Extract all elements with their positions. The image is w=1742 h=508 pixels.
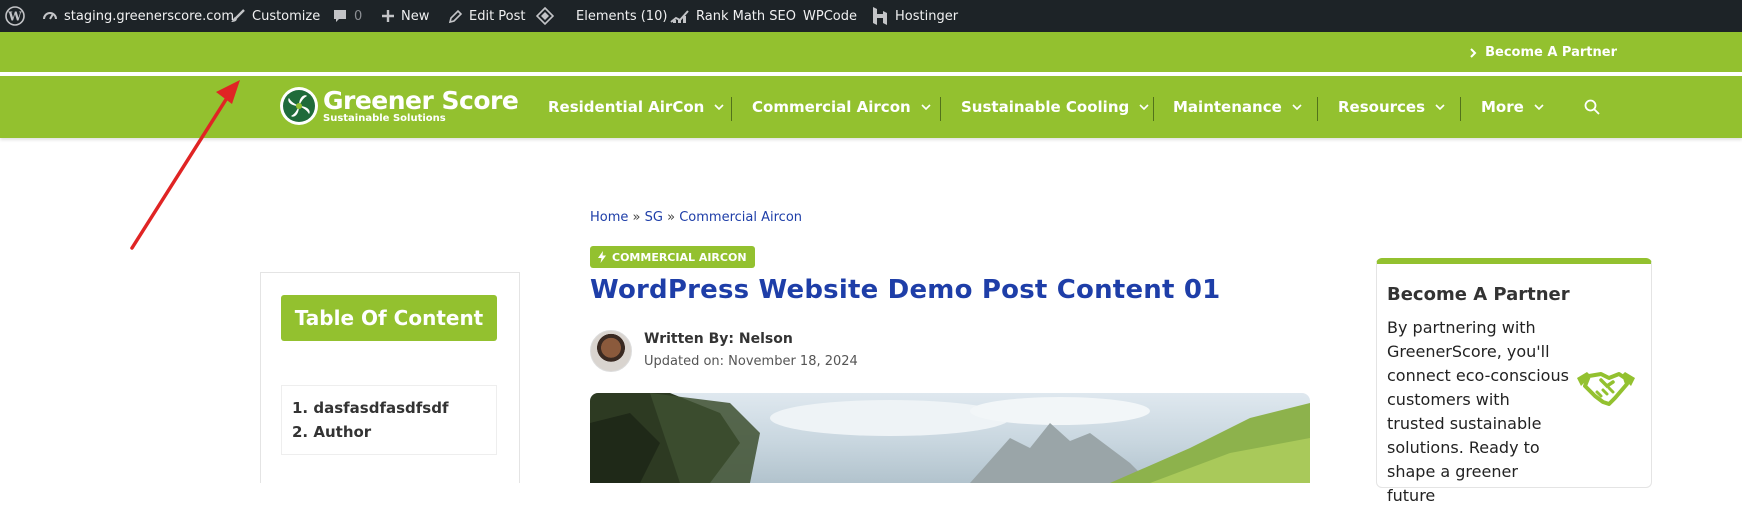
partner-card-text: By partnering with GreenerScore, you'll … [1387, 318, 1569, 505]
logo-text: Greener Score Sustainable Solutions [323, 85, 519, 124]
admin-hostinger-label: Hostinger [895, 8, 959, 24]
admin-bar: W staging.greenerscore.com Customize 0 N… [0, 0, 1742, 32]
breadcrumb-home[interactable]: Home [590, 210, 628, 225]
become-partner-card: Become A Partner By partnering with Gree… [1376, 258, 1652, 505]
nav-label: More [1481, 98, 1524, 116]
search-icon [1584, 99, 1600, 115]
featured-image [590, 393, 1310, 483]
partner-card-heading: Become A Partner [1387, 284, 1570, 305]
admin-wpcode-label: WPCode [803, 8, 857, 24]
plus-icon [382, 10, 394, 22]
admin-elements-label: Elements (10) [576, 8, 668, 24]
mountain-landscape-image [590, 393, 1310, 483]
toc-item[interactable]: 2. Author [292, 420, 486, 444]
lightning-icon [598, 251, 606, 263]
nav-separator [1460, 97, 1461, 121]
table-of-contents-widget: Table Of Content 1. dasfasdfasdfsdf 2. A… [260, 272, 520, 483]
nav-sustainable-cooling[interactable]: Sustainable Cooling [961, 76, 1149, 138]
chevron-down-icon [1435, 104, 1445, 110]
admin-hostinger-link[interactable]: Hostinger [871, 0, 958, 32]
become-partner-top-label: Become A Partner [1485, 45, 1617, 60]
admin-wpcode-link[interactable]: WPCode [803, 0, 857, 32]
nav-separator [731, 97, 732, 121]
top-bar: Become A Partner [0, 32, 1742, 72]
admin-edit-post-link[interactable]: Edit Post [448, 0, 526, 32]
nav-label: Sustainable Cooling [961, 98, 1130, 116]
become-partner-top-link[interactable]: Become A Partner [1469, 45, 1617, 60]
search-button[interactable] [1584, 76, 1600, 138]
paintbrush-icon [231, 9, 245, 22]
nav-separator [940, 97, 941, 121]
svg-text:W: W [7, 10, 22, 24]
comment-icon [334, 10, 346, 22]
breadcrumb-sg[interactable]: SG [645, 210, 663, 225]
chevron-down-icon [1534, 104, 1544, 110]
breadcrumb: Home » SG » Commercial Aircon [590, 210, 802, 225]
pencil-icon [448, 9, 463, 23]
post-author: Written By: Nelson [644, 331, 793, 347]
admin-rankmath-link[interactable]: Rank Math SEO [670, 0, 796, 32]
category-label: Commercial Aircon [612, 250, 747, 264]
site-logo[interactable]: Greener Score Sustainable Solutions [279, 85, 519, 126]
chevron-down-icon [1139, 104, 1149, 110]
admin-edit-post-label: Edit Post [469, 8, 526, 24]
nav-resources[interactable]: Resources [1338, 76, 1445, 138]
avatar [590, 330, 632, 372]
rankmath-icon [670, 10, 689, 23]
chevron-down-icon [1292, 104, 1302, 110]
toc-title[interactable]: Table Of Content [281, 295, 497, 341]
fan-logo-icon [280, 87, 318, 125]
chevron-down-icon [714, 104, 724, 110]
post-updated-date: Updated on: November 18, 2024 [644, 354, 858, 369]
toc-item[interactable]: 1. dasfasdfasdfsdf [292, 396, 486, 420]
wordpress-logo-icon[interactable]: W [5, 0, 25, 32]
nav-label: Commercial Aircon [752, 98, 911, 116]
nav-maintenance[interactable]: Maintenance [1173, 76, 1302, 138]
admin-new-label: New [401, 8, 430, 24]
category-badge[interactable]: Commercial Aircon [590, 246, 755, 268]
post-title: WordPress Website Demo Post Content 01 [590, 275, 1221, 305]
toc-list: 1. dasfasdfasdfsdf 2. Author [281, 385, 497, 455]
dashboard-icon [43, 12, 57, 20]
admin-site-label: staging.greenerscore.com [64, 8, 235, 24]
admin-customize-label: Customize [252, 8, 321, 24]
chevron-right-icon [1470, 47, 1477, 58]
handshake-icon [1575, 368, 1637, 413]
nav-label: Resources [1338, 98, 1426, 116]
nav-label: Residential AirCon [548, 98, 705, 116]
admin-elements-link[interactable]: Elements (10) [576, 0, 667, 32]
admin-comments-count: 0 [354, 8, 363, 24]
breadcrumb-separator: » [667, 210, 676, 225]
breadcrumb-commercial-aircon[interactable]: Commercial Aircon [679, 210, 802, 225]
admin-comments-link[interactable]: 0 [332, 0, 362, 32]
nav-more[interactable]: More [1481, 76, 1544, 138]
admin-new-link[interactable]: New [381, 0, 429, 32]
generatepress-icon[interactable] [536, 0, 554, 32]
logo-name: Greener Score [323, 85, 519, 115]
admin-site-link[interactable]: staging.greenerscore.com [42, 0, 234, 32]
nav-separator [1317, 97, 1318, 121]
breadcrumb-separator: » [632, 210, 641, 225]
nav-residential-aircon[interactable]: Residential AirCon [548, 76, 724, 138]
hostinger-icon [873, 7, 887, 25]
admin-customize-link[interactable]: Customize [230, 0, 320, 32]
nav-separator [1153, 97, 1154, 121]
nav-commercial-aircon[interactable]: Commercial Aircon [752, 76, 931, 138]
admin-rankmath-label: Rank Math SEO [696, 8, 796, 24]
main-navigation: Greener Score Sustainable Solutions Resi… [0, 76, 1742, 138]
nav-label: Maintenance [1173, 98, 1282, 116]
chevron-down-icon [921, 104, 931, 110]
